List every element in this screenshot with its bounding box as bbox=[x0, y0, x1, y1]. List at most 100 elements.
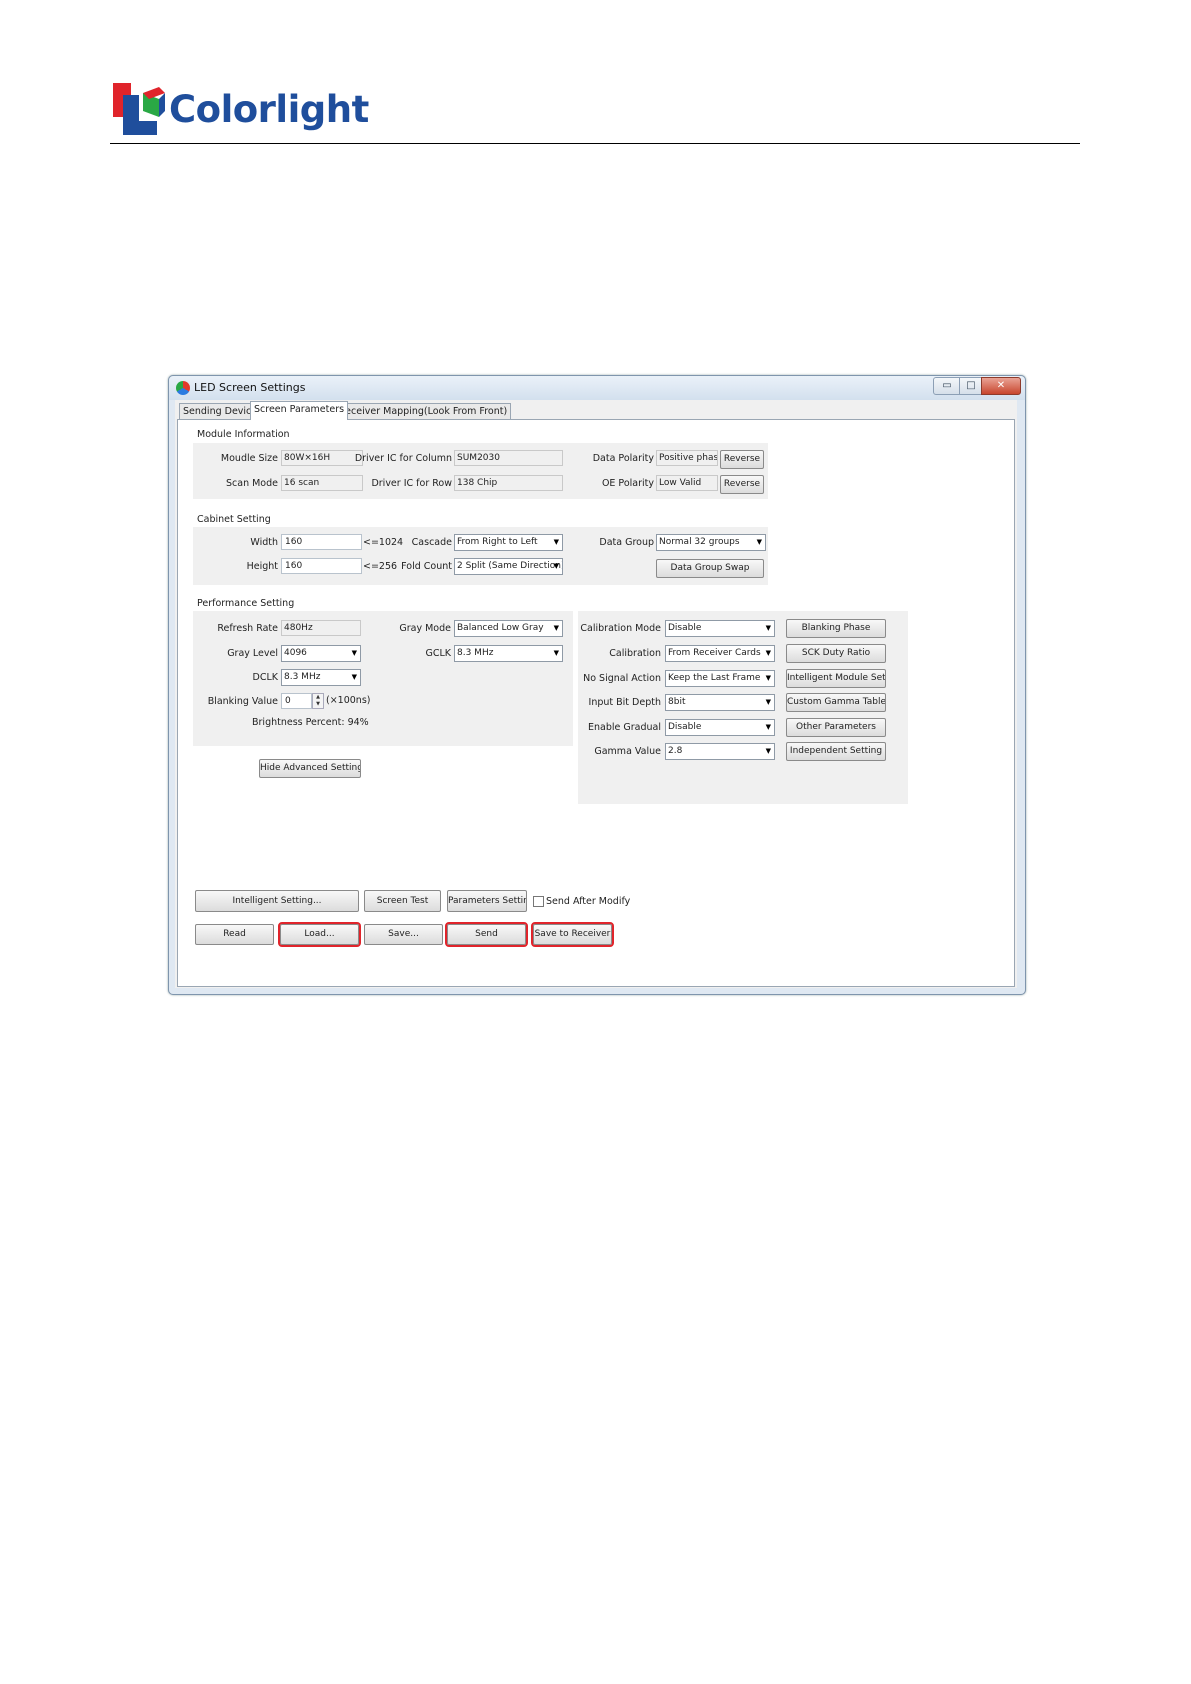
gray-mode-select[interactable]: Balanced Low Gray ▼ bbox=[454, 620, 563, 637]
load-button[interactable]: Load... bbox=[278, 922, 361, 947]
width-label: Width bbox=[250, 537, 278, 548]
dclk-label: DCLK bbox=[252, 672, 278, 683]
chevron-down-icon: ▼ bbox=[756, 538, 762, 546]
calibration-label: Calibration bbox=[609, 648, 661, 659]
header-divider bbox=[110, 143, 1080, 144]
module-info-group: Moudle Size 80W×16H Scan Mode 16 scan Dr… bbox=[193, 443, 768, 499]
height-limit: <=256 bbox=[363, 561, 398, 572]
scan-mode-value: 16 scan bbox=[281, 475, 363, 491]
send-after-modify-checkbox[interactable] bbox=[533, 896, 544, 907]
window-titlebar: LED Screen Settings ▭ □ ✕ bbox=[169, 376, 1025, 400]
brand-name: Colorlight bbox=[169, 87, 369, 131]
brightness-percent: Brightness Percent: 94% bbox=[252, 717, 369, 728]
dclk-value: 8.3 MHz bbox=[284, 672, 321, 682]
fold-count-select[interactable]: 2 Split (Same Direction) ▼ bbox=[454, 558, 563, 575]
fold-count-label: Fold Count bbox=[401, 561, 452, 572]
refresh-rate-value: 480Hz bbox=[281, 620, 361, 636]
cascade-select[interactable]: From Right to Left ▼ bbox=[454, 534, 563, 551]
chevron-down-icon: ▼ bbox=[553, 562, 559, 570]
enable-gradual-select[interactable]: Disable ▼ bbox=[665, 719, 775, 736]
cabinet-setting-group: Width 160 <=1024 Cascade From Right to L… bbox=[193, 527, 768, 585]
chevron-down-icon: ▼ bbox=[765, 624, 771, 632]
parameters-setting-button[interactable]: Parameters Setting bbox=[447, 890, 527, 912]
gclk-value: 8.3 MHz bbox=[457, 648, 494, 658]
chevron-down-icon: ▼ bbox=[553, 649, 559, 657]
input-bit-depth-value: 8bit bbox=[668, 697, 686, 707]
sck-duty-ratio-button[interactable]: SCK Duty Ratio bbox=[786, 644, 886, 663]
window-title: LED Screen Settings bbox=[194, 381, 306, 394]
gamma-value-label: Gamma Value bbox=[594, 746, 661, 757]
refresh-rate-label: Refresh Rate bbox=[217, 623, 278, 634]
data-group-swap-button[interactable]: Data Group Swap bbox=[656, 559, 764, 578]
maximize-icon[interactable]: □ bbox=[959, 377, 983, 395]
blanking-value-label: Blanking Value bbox=[207, 696, 278, 707]
no-signal-action-label: No Signal Action bbox=[583, 673, 661, 684]
chevron-down-icon: ▼ bbox=[351, 649, 357, 657]
led-screen-settings-window: LED Screen Settings ▭ □ ✕ Sending Device… bbox=[168, 375, 1026, 995]
send-button[interactable]: Send bbox=[445, 922, 528, 947]
module-info-title: Module Information bbox=[197, 429, 290, 440]
chevron-down-icon: ▼ bbox=[765, 649, 771, 657]
data-polarity-value: Positive phase bbox=[656, 450, 718, 466]
height-input[interactable]: 160 bbox=[281, 558, 362, 574]
no-signal-action-value: Keep the Last Frame bbox=[668, 673, 761, 683]
gamma-value-select[interactable]: 2.8 ▼ bbox=[665, 743, 775, 760]
read-button[interactable]: Read bbox=[195, 924, 274, 945]
cascade-label: Cascade bbox=[411, 537, 452, 548]
save-to-receiver-button[interactable]: Save to Receiver bbox=[531, 922, 614, 947]
chevron-down-icon: ▼ bbox=[351, 673, 357, 681]
input-bit-depth-select[interactable]: 8bit ▼ bbox=[665, 694, 775, 711]
hide-advanced-settings-button[interactable]: Hide Advanced Settings bbox=[259, 759, 361, 778]
blanking-value-input[interactable]: 0 bbox=[281, 693, 312, 709]
driver-ic-column-label: Driver IC for Column bbox=[354, 453, 452, 464]
gray-level-value: 4096 bbox=[284, 648, 307, 658]
minimize-icon[interactable]: ▭ bbox=[933, 377, 961, 395]
oe-polarity-reverse-button[interactable]: Reverse bbox=[720, 475, 764, 494]
cascade-value: From Right to Left bbox=[457, 537, 538, 547]
intelligent-setting-button[interactable]: Intelligent Setting... bbox=[195, 890, 359, 912]
close-icon[interactable]: ✕ bbox=[981, 377, 1021, 395]
colorlight-logo: Colorlight bbox=[113, 83, 369, 135]
dclk-select[interactable]: 8.3 MHz ▼ bbox=[281, 669, 361, 686]
tab-receiver-mapping[interactable]: Receiver Mapping(Look From Front) bbox=[335, 403, 512, 419]
data-polarity-reverse-button[interactable]: Reverse bbox=[720, 450, 764, 469]
gclk-select[interactable]: 8.3 MHz ▼ bbox=[454, 645, 563, 662]
data-group-label: Data Group bbox=[599, 537, 654, 548]
chevron-down-icon: ▼ bbox=[765, 747, 771, 755]
colorlight-logo-mark bbox=[113, 83, 165, 135]
tab-sending-device[interactable]: Sending Device bbox=[179, 403, 262, 419]
gclk-label: GCLK bbox=[425, 648, 451, 659]
gray-level-label: Gray Level bbox=[227, 648, 278, 659]
save-button[interactable]: Save... bbox=[364, 924, 443, 945]
chevron-down-icon: ▼ bbox=[765, 723, 771, 731]
gamma-value-value: 2.8 bbox=[668, 746, 683, 756]
data-group-select[interactable]: Normal 32 groups ▼ bbox=[656, 534, 766, 551]
calibration-select[interactable]: From Receiver Cards ▼ bbox=[665, 645, 775, 662]
chevron-down-icon: ▼ bbox=[553, 538, 559, 546]
cabinet-setting-title: Cabinet Setting bbox=[197, 514, 271, 525]
driver-ic-row-value: 138 Chip bbox=[454, 475, 563, 491]
no-signal-action-select[interactable]: Keep the Last Frame ▼ bbox=[665, 670, 775, 687]
blanking-unit: (×100ns) bbox=[326, 695, 371, 706]
send-after-modify-label: Send After Modify bbox=[546, 896, 631, 907]
intelligent-module-setting-button[interactable]: Intelligent Module Setting bbox=[786, 669, 886, 688]
tab-screen-parameters[interactable]: Screen Parameters bbox=[250, 401, 349, 420]
window-client: Sending Device Screen Parameters Receive… bbox=[175, 400, 1017, 988]
independent-setting-button[interactable]: Independent Setting bbox=[786, 742, 886, 761]
advanced-settings-group: Calibration Mode Disable ▼ Calibration Fr… bbox=[578, 611, 908, 804]
screen-test-button[interactable]: Screen Test bbox=[364, 890, 441, 912]
calibration-mode-value: Disable bbox=[668, 623, 702, 633]
blanking-phase-button[interactable]: Blanking Phase bbox=[786, 619, 886, 638]
blanking-spinner-icon[interactable]: ▲ ▼ bbox=[312, 693, 324, 709]
other-parameters-button[interactable]: Other Parameters bbox=[786, 718, 886, 737]
calibration-value: From Receiver Cards bbox=[668, 648, 761, 658]
calibration-mode-select[interactable]: Disable ▼ bbox=[665, 620, 775, 637]
gray-level-select[interactable]: 4096 ▼ bbox=[281, 645, 361, 662]
enable-gradual-label: Enable Gradual bbox=[588, 722, 661, 733]
custom-gamma-table-button[interactable]: Custom Gamma Table bbox=[786, 693, 886, 712]
gray-mode-label: Gray Mode bbox=[399, 623, 451, 634]
height-label: Height bbox=[246, 561, 278, 572]
chevron-down-icon: ▼ bbox=[765, 698, 771, 706]
module-size-label: Moudle Size bbox=[220, 453, 278, 464]
width-input[interactable]: 160 bbox=[281, 534, 362, 550]
